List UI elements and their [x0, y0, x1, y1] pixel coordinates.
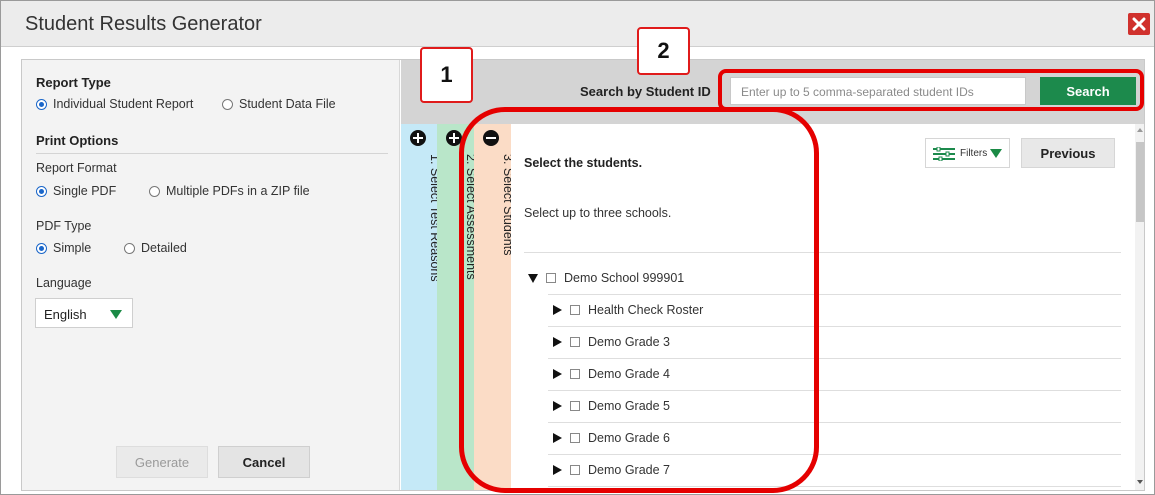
generate-button[interactable]: Generate — [116, 446, 208, 478]
callout-1: 1 — [420, 47, 473, 103]
radio-detailed[interactable]: Detailed — [124, 241, 187, 255]
tree-row-label: Demo Grade 5 — [588, 399, 670, 413]
previous-button[interactable]: Previous — [1021, 138, 1115, 168]
callout-2: 2 — [637, 27, 690, 75]
divider — [36, 153, 388, 154]
student-id-search-input[interactable]: Enter up to 5 comma-separated student ID… — [730, 77, 1026, 105]
tree-row-school[interactable]: Demo School 999901 — [528, 262, 684, 294]
tree-row-group[interactable]: Demo Grade 3 — [553, 326, 670, 358]
collapsed-caret-icon[interactable] — [553, 401, 562, 411]
checkbox[interactable] — [570, 465, 580, 475]
divider — [548, 486, 1121, 487]
divider — [524, 252, 1121, 253]
tree-row-label: Demo Grade 4 — [588, 367, 670, 381]
filters-label: Filters — [960, 148, 988, 159]
step-tab-assessments[interactable]: 2. Select Assessments — [437, 124, 478, 490]
tree-row-label: Demo Grade 6 — [588, 431, 670, 445]
radio-label: Simple — [53, 241, 92, 255]
radio-unselected-icon — [222, 98, 233, 110]
tree-row-group[interactable]: Demo Grade 7 — [553, 454, 670, 486]
tree-row-label: Health Check Roster — [588, 303, 704, 317]
tree-row-label: Demo School 999901 — [564, 271, 685, 285]
radio-unselected-icon — [149, 185, 160, 197]
radio-single-pdf[interactable]: Single PDF — [36, 184, 116, 198]
radio-individual-student-report[interactable]: Individual Student Report — [36, 97, 193, 111]
radio-unselected-icon — [124, 242, 135, 254]
print-options-heading: Print Options — [36, 133, 119, 148]
collapsed-caret-icon[interactable] — [553, 369, 562, 379]
checkbox[interactable] — [546, 273, 556, 283]
step-tab-test-reasons[interactable]: 1. Select Test Reasons — [401, 124, 442, 490]
radio-multiple-pdfs-zip[interactable]: Multiple PDFs in a ZIP file — [149, 184, 310, 198]
instruction-text: Select up to three schools. — [524, 206, 672, 220]
radio-selected-icon — [36, 242, 47, 254]
radio-selected-icon — [36, 98, 47, 110]
checkbox[interactable] — [570, 305, 580, 315]
cancel-button[interactable]: Cancel — [218, 446, 310, 478]
language-label: Language — [36, 276, 92, 290]
options-panel: Report Type Individual Student Report St… — [22, 60, 400, 490]
close-icon — [1132, 17, 1146, 31]
radio-selected-icon — [36, 185, 47, 197]
scroll-down-arrow-icon[interactable] — [1137, 480, 1143, 484]
checkbox[interactable] — [570, 401, 580, 411]
radio-label: Individual Student Report — [53, 97, 194, 111]
scroll-up-arrow-icon[interactable] — [1137, 128, 1143, 132]
search-label: Search by Student ID — [580, 84, 711, 99]
collapse-minus-icon — [483, 130, 499, 146]
radio-label: Detailed — [141, 241, 187, 255]
filters-button[interactable]: Filters — [925, 138, 1010, 168]
tree-row-group[interactable]: Health Check Roster — [553, 294, 703, 326]
collapsed-caret-icon[interactable] — [553, 337, 562, 347]
collapsed-caret-icon[interactable] — [553, 465, 562, 475]
expand-plus-icon — [410, 130, 426, 146]
language-select[interactable]: English — [35, 298, 133, 328]
close-button[interactable] — [1128, 13, 1150, 35]
search-button[interactable]: Search — [1040, 77, 1136, 105]
tree-row-group[interactable]: Demo Grade 5 — [553, 390, 670, 422]
report-format-label: Report Format — [36, 161, 117, 175]
language-value: English — [44, 307, 87, 322]
scroll-thumb[interactable] — [1136, 142, 1144, 222]
scrollbar[interactable] — [1135, 124, 1144, 490]
select-students-panel: Select the students. Filters Previous Se… — [511, 124, 1144, 490]
report-type-heading: Report Type — [36, 75, 111, 90]
step-tab-students[interactable]: 3. Select Students — [474, 124, 515, 490]
dropdown-triangle-icon — [990, 149, 1002, 158]
radio-student-data-file[interactable]: Student Data File — [222, 97, 336, 111]
radio-label: Single PDF — [53, 184, 117, 198]
student-results-dialog: Student Results Generator Report Type In… — [0, 0, 1155, 495]
radio-label: Student Data File — [239, 97, 336, 111]
dropdown-triangle-icon — [110, 310, 122, 319]
search-bar: Search by Student ID Enter up to 5 comma… — [401, 60, 1144, 124]
expand-plus-icon — [446, 130, 462, 146]
checkbox[interactable] — [570, 433, 580, 443]
generator-content: Report Type Individual Student Report St… — [21, 59, 1145, 491]
panel-heading: Select the students. — [524, 156, 643, 170]
radio-label: Multiple PDFs in a ZIP file — [166, 184, 310, 198]
collapsed-caret-icon[interactable] — [553, 433, 562, 443]
expanded-caret-icon[interactable] — [528, 273, 538, 283]
tree-row-group[interactable]: Demo Grade 4 — [553, 358, 670, 390]
tree-row-label: Demo Grade 7 — [588, 463, 670, 477]
checkbox[interactable] — [570, 337, 580, 347]
tree-row-label: Demo Grade 3 — [588, 335, 670, 349]
collapsed-caret-icon[interactable] — [553, 305, 562, 315]
radio-simple[interactable]: Simple — [36, 241, 91, 255]
tree-row-group[interactable]: Demo Grade 6 — [553, 422, 670, 454]
checkbox[interactable] — [570, 369, 580, 379]
title-bar: Student Results Generator — [1, 1, 1154, 47]
sliders-icon — [933, 147, 955, 161]
dialog-title: Student Results Generator — [25, 13, 262, 35]
pdf-type-label: PDF Type — [36, 219, 92, 233]
